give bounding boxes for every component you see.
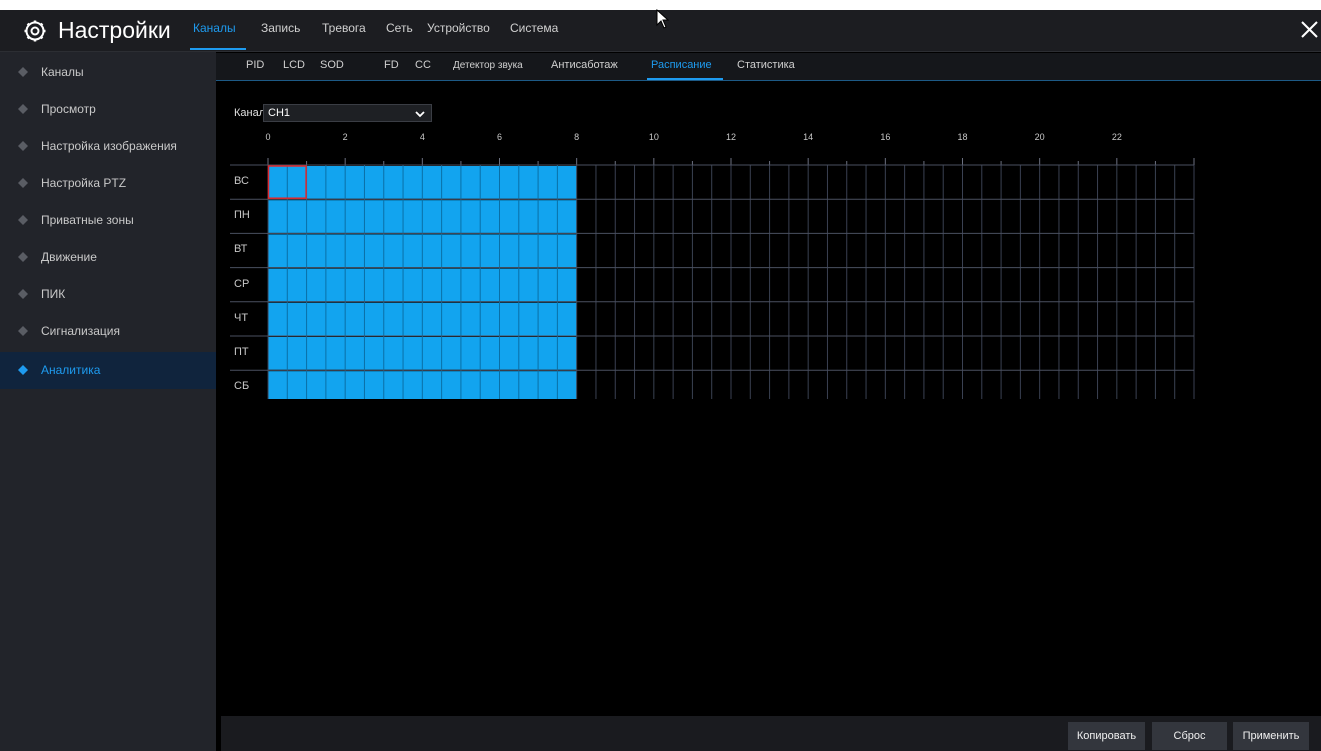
subtab-statistics[interactable]: Статистика	[737, 59, 795, 71]
hour-label: 18	[957, 132, 968, 142]
hour-label: 8	[574, 132, 580, 142]
sidebar-item-motion[interactable]: Движение	[0, 239, 216, 276]
diamond-icon	[18, 178, 28, 188]
tab-alarm[interactable]: Тревога	[322, 21, 366, 35]
diamond-icon	[18, 215, 28, 225]
subtab-audio-detector[interactable]: Детектор звука	[453, 60, 523, 71]
subtab-schedule[interactable]: Расписание	[651, 59, 712, 71]
diamond-icon	[18, 365, 28, 375]
sidebar-item-image-settings[interactable]: Настройка изображения	[0, 128, 216, 165]
schedule-grid[interactable]	[230, 144, 1200, 399]
active-subtab-indicator	[647, 78, 723, 80]
close-icon[interactable]	[1297, 18, 1321, 42]
hour-label: 2	[342, 132, 348, 142]
active-tab-indicator	[190, 48, 246, 50]
page-title: Настройки	[58, 17, 171, 43]
subtab-cc[interactable]: CC	[415, 59, 431, 71]
sidebar-item-label: Аналитика	[41, 363, 101, 377]
tab-device[interactable]: Устройство	[427, 21, 490, 35]
hour-label: 0	[265, 132, 271, 142]
hour-label: 10	[648, 132, 659, 142]
subtab-lcd[interactable]: LCD	[283, 59, 305, 71]
diamond-icon	[18, 289, 28, 299]
channel-value: CH1	[268, 107, 291, 119]
sidebar: Каналы Просмотр Настройка изображения На…	[0, 52, 216, 751]
mouse-cursor-icon	[656, 9, 670, 29]
sidebar-item-label: ПИК	[41, 287, 66, 301]
reset-button[interactable]: Сброс	[1152, 722, 1227, 750]
sub-tab-bar: PID LCD SOD FD CC Детектор звука Антисаб…	[216, 53, 1321, 81]
sidebar-item-label: Движение	[41, 250, 97, 264]
sidebar-item-analytics[interactable]: Аналитика	[0, 352, 216, 389]
hour-label: 6	[496, 132, 502, 142]
subtab-sod[interactable]: SOD	[320, 59, 344, 71]
subtab-fd[interactable]: FD	[384, 59, 399, 71]
sidebar-item-label: Каналы	[41, 65, 84, 79]
tab-network[interactable]: Сеть	[386, 21, 413, 35]
apply-button[interactable]: Применить	[1233, 722, 1309, 750]
sidebar-item-ptz[interactable]: Настройка PTZ	[0, 165, 216, 202]
sidebar-item-label: Сигнализация	[41, 324, 121, 338]
subtab-pid[interactable]: PID	[246, 59, 264, 71]
diamond-icon	[18, 252, 28, 262]
copy-button[interactable]: Копировать	[1068, 722, 1145, 750]
sidebar-item-label: Приватные зоны	[41, 213, 134, 227]
hour-label: 4	[419, 132, 425, 142]
tab-channels[interactable]: Каналы	[193, 21, 236, 35]
hour-label: 12	[725, 132, 736, 142]
channel-select[interactable]: CH1	[263, 104, 432, 122]
tab-record[interactable]: Запись	[261, 21, 300, 35]
sidebar-item-label: Просмотр	[41, 102, 96, 116]
hour-label: 16	[880, 132, 891, 142]
hour-label: 20	[1034, 132, 1045, 142]
sidebar-item-privacy-zones[interactable]: Приватные зоны	[0, 202, 216, 239]
sidebar-item-pik[interactable]: ПИК	[0, 276, 216, 313]
gear-icon	[24, 20, 46, 42]
tab-system[interactable]: Система	[510, 21, 558, 35]
sidebar-item-preview[interactable]: Просмотр	[0, 91, 216, 128]
diamond-icon	[18, 104, 28, 114]
chevron-down-icon	[415, 111, 425, 118]
diamond-icon	[18, 67, 28, 77]
diamond-icon	[18, 326, 28, 336]
subtab-anti-sabotage[interactable]: Антисаботаж	[551, 59, 618, 71]
settings-window: Настройки Каналы Запись Тревога Сеть Уст…	[0, 10, 1321, 751]
hour-label: 22	[1111, 132, 1122, 142]
hour-label: 14	[803, 132, 814, 142]
diamond-icon	[18, 141, 28, 151]
channel-label: Канал	[234, 107, 266, 119]
sidebar-item-label: Настройка PTZ	[41, 176, 127, 190]
sidebar-item-label: Настройка изображения	[41, 139, 177, 153]
sidebar-item-channels[interactable]: Каналы	[0, 54, 216, 91]
sidebar-item-alarm[interactable]: Сигнализация	[0, 313, 216, 350]
